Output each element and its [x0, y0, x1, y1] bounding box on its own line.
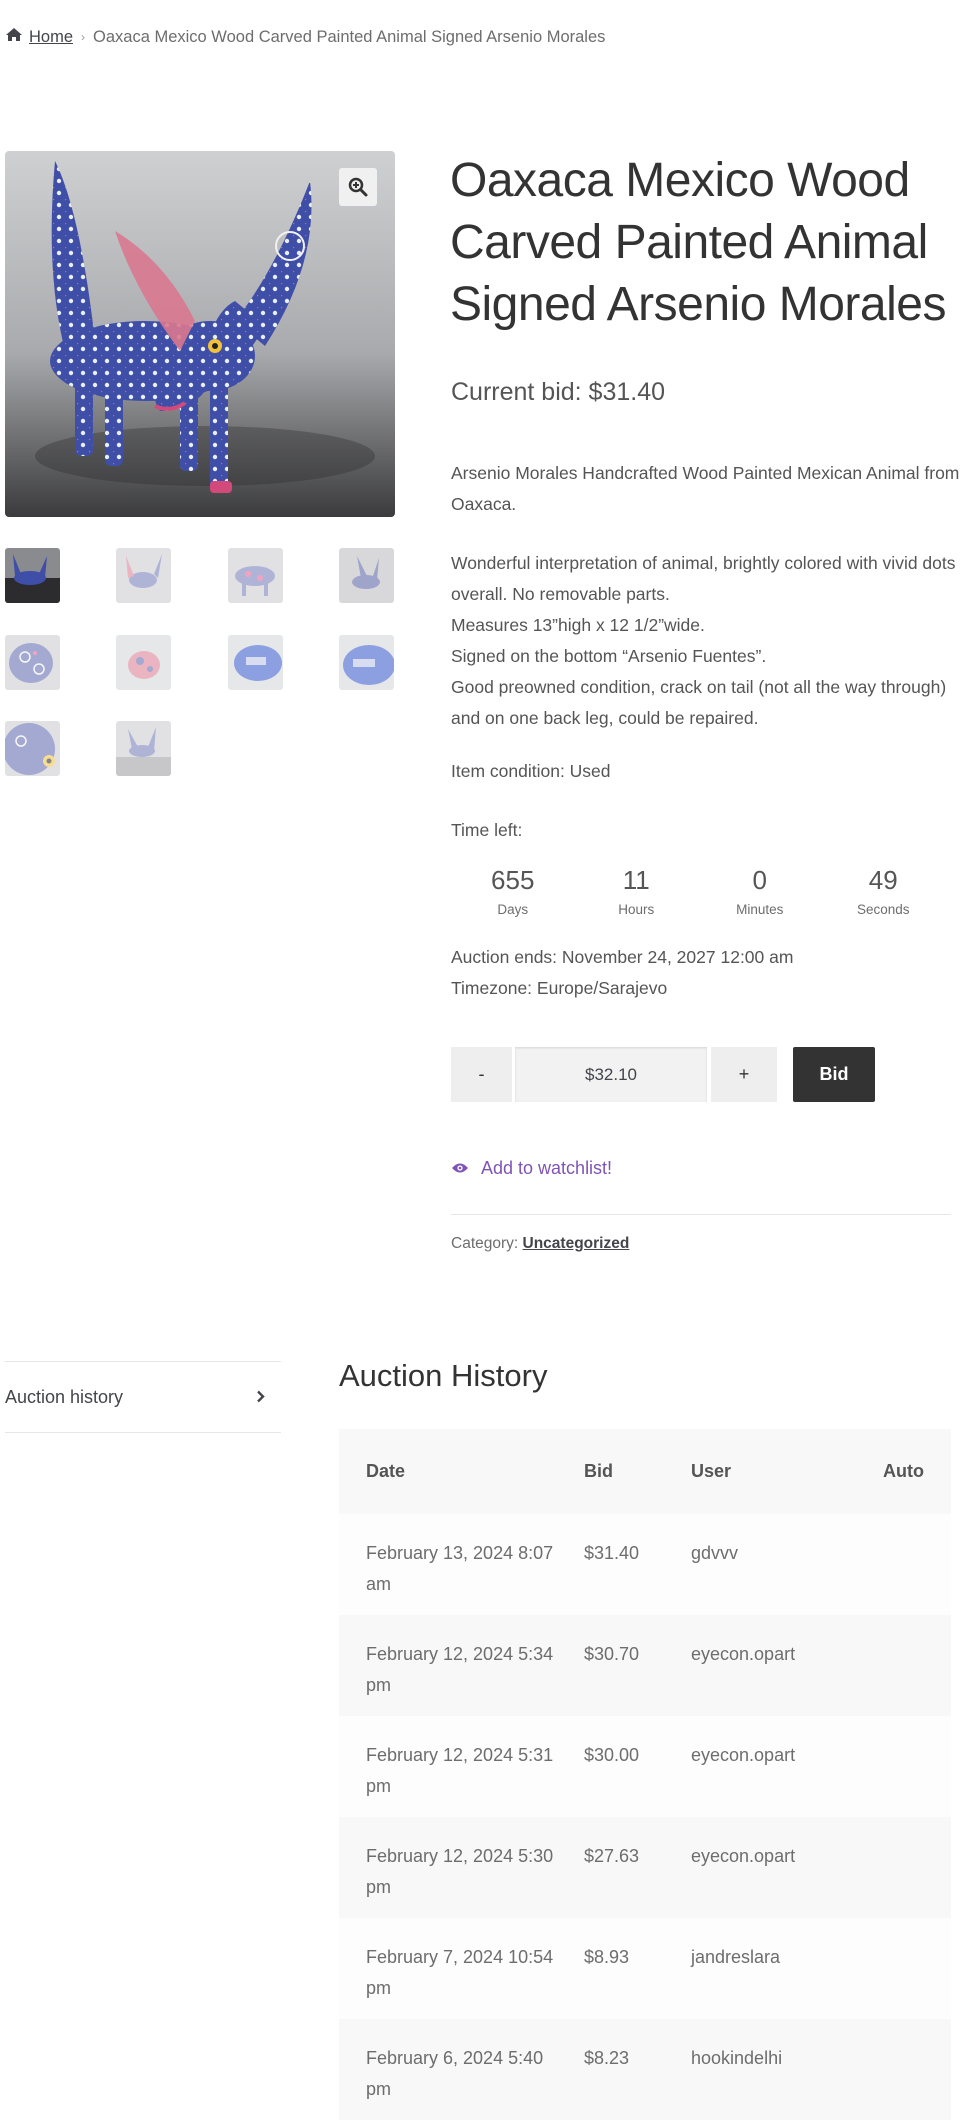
bid-auto: [851, 2043, 951, 2120]
product-category: Category: Uncategorized: [451, 1235, 629, 1253]
auction-history-title: Auction History: [339, 1358, 548, 1393]
product-description: Arsenio Morales Handcrafted Wood Painted…: [451, 458, 961, 734]
bid-date: February 13, 2024 8:07 am: [366, 1543, 554, 1594]
description-line: Signed on the bottom “Arsenio Fuentes”.: [451, 646, 767, 666]
bid-amount: $8.23: [584, 2048, 630, 2068]
breadcrumb-current: Oaxaca Mexico Wood Carved Painted Animal…: [93, 27, 606, 46]
bid-date: February 12, 2024 5:31 pm: [366, 1745, 554, 1796]
product-title: Oaxaca Mexico Wood Carved Painted Animal…: [450, 154, 946, 331]
gallery-thumbnail[interactable]: [116, 548, 171, 603]
table-row: February 6, 2024 5:40 pm $8.23 hookindelh…: [339, 2019, 951, 2120]
gallery-thumbnail[interactable]: [5, 635, 60, 690]
category-link[interactable]: Uncategorized: [523, 1235, 630, 1252]
countdown-label: Seconds: [856, 902, 910, 917]
gallery-thumbnail[interactable]: [5, 721, 60, 776]
bid-amount: $30.00: [584, 1745, 640, 1765]
eye-icon: [451, 1158, 469, 1179]
gallery-thumbnail[interactable]: [228, 548, 283, 603]
bid-auto: [851, 1538, 951, 1615]
gallery-thumbnail[interactable]: [116, 721, 171, 776]
bid-amount: $30.70: [584, 1644, 640, 1664]
description-paragraph: Arsenio Morales Handcrafted Wood Painted…: [451, 463, 960, 514]
countdown-value: 49: [868, 865, 898, 895]
product-main-image[interactable]: [5, 151, 395, 517]
column-header-user: User: [691, 1461, 732, 1481]
description-line: Good preowned condition, crack on tail (…: [451, 677, 947, 728]
bid-user: eyecon.opart: [691, 1745, 796, 1765]
countdown-days: 655 Days: [451, 862, 575, 917]
column-header-date: Date: [366, 1461, 406, 1481]
countdown-label: Hours: [618, 902, 655, 917]
bid-button[interactable]: Bid: [793, 1047, 875, 1102]
gallery-thumbnail[interactable]: [116, 635, 171, 690]
description-line: Measures 13”high x 12 1/2”wide.: [451, 615, 705, 635]
bid-date: February 6, 2024 5:40 pm: [366, 2048, 544, 2099]
bid-amount: $27.63: [584, 1846, 640, 1866]
countdown-value: 0: [752, 865, 767, 895]
table-header: Date Bid User Auto: [339, 1429, 951, 1514]
breadcrumb-home-link[interactable]: Home: [29, 28, 73, 47]
chevron-right-icon: [256, 1387, 265, 1408]
column-header-bid: Bid: [584, 1461, 613, 1481]
watchlist-label: Add to watchlist!: [481, 1158, 613, 1178]
table-row: February 12, 2024 5:30 pm $27.63 eyecon.o…: [339, 1817, 951, 1918]
decrease-bid-button[interactable]: -: [451, 1047, 512, 1102]
bid-amount-input[interactable]: [515, 1047, 707, 1102]
category-label: Category:: [451, 1235, 523, 1252]
breadcrumb: Home › Oaxaca Mexico Wood Carved Painted…: [5, 27, 605, 47]
bid-auto: [851, 1841, 951, 1918]
countdown-label: Days: [497, 902, 529, 917]
increase-bid-button[interactable]: +: [711, 1047, 777, 1102]
bid-date: February 7, 2024 10:54 pm: [366, 1947, 554, 1998]
item-condition: Item condition: Used: [451, 761, 611, 781]
divider: [5, 1432, 281, 1433]
bid-auto: [851, 1942, 951, 2019]
home-icon[interactable]: [5, 27, 23, 47]
auction-end-info: Auction ends: November 24, 2027 12:00 am…: [451, 942, 793, 1004]
countdown-seconds: 49 Seconds: [822, 862, 946, 917]
current-bid: Current bid: $31.40: [451, 378, 666, 406]
countdown-label: Minutes: [736, 902, 784, 917]
bid-user: jandreslara: [691, 1947, 781, 1967]
tab-auction-history[interactable]: Auction history: [5, 1362, 281, 1432]
table-row: February 12, 2024 5:31 pm $30.00 eyecon.o…: [339, 1716, 951, 1817]
tab-label: Auction history: [5, 1386, 124, 1407]
auction-ends: Auction ends: November 24, 2027 12:00 am: [451, 947, 794, 967]
countdown-hours: 11 Hours: [575, 862, 699, 917]
add-to-watchlist-link[interactable]: Add to watchlist!: [451, 1158, 612, 1179]
gallery-thumbnail[interactable]: [339, 635, 394, 690]
table-row: February 13, 2024 8:07 am $31.40 gdvvv: [339, 1514, 951, 1615]
gallery-thumbnail[interactable]: [5, 548, 60, 603]
gallery-thumbnail[interactable]: [339, 548, 394, 603]
countdown-value: 655: [491, 865, 535, 895]
bid-amount: $8.93: [584, 1947, 630, 1967]
bid-user: gdvvv: [691, 1543, 739, 1563]
bid-amount: $31.40: [584, 1543, 640, 1563]
auction-history-table: Date Bid User Auto February 13, 2024 8:0…: [339, 1429, 951, 2120]
zoom-icon[interactable]: [339, 168, 377, 206]
countdown-minutes: 0 Minutes: [698, 862, 822, 917]
gallery-thumbnail[interactable]: [228, 635, 283, 690]
bid-user: hookindelhi: [691, 2048, 783, 2068]
bid-auto: [851, 1740, 951, 1817]
bid-user: eyecon.opart: [691, 1644, 796, 1664]
bid-date: February 12, 2024 5:30 pm: [366, 1846, 554, 1897]
chevron-right-icon: ›: [81, 30, 86, 44]
column-header-auto: Auto: [883, 1461, 924, 1481]
bid-user: eyecon.opart: [691, 1846, 796, 1866]
description-line: Wonderful interpretation of animal, brig…: [451, 553, 956, 604]
table-row: February 7, 2024 10:54 pm $8.93 jandresla…: [339, 1918, 951, 2019]
timezone: Timezone: Europe/Sarajevo: [451, 978, 668, 998]
bid-date: February 12, 2024 5:34 pm: [366, 1644, 554, 1695]
description-paragraph: Wonderful interpretation of animal, brig…: [451, 548, 961, 734]
divider: [451, 1214, 951, 1215]
countdown-timer: 655 Days 11 Hours 0 Minutes 49 Seconds: [451, 862, 945, 917]
countdown-value: 11: [622, 865, 650, 895]
time-left-label: Time left:: [451, 820, 523, 840]
table-row: February 12, 2024 5:34 pm $30.70 eyecon.o…: [339, 1615, 951, 1716]
bid-auto: [851, 1639, 951, 1716]
